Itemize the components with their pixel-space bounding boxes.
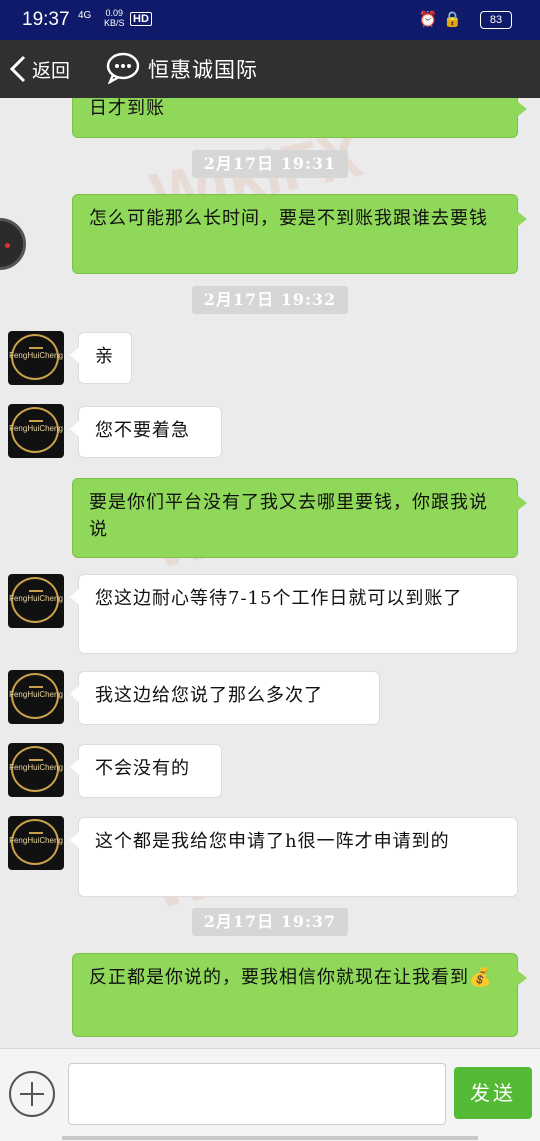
timestamp: 2月17日 19:32: [192, 286, 348, 314]
avatar-label: FengHuiCheng: [9, 690, 63, 699]
message-text: 要是你们平台没有了我又去哪里要钱，你跟我说说: [89, 492, 488, 540]
message-text: 亲: [95, 346, 114, 367]
message-bubble-incoming[interactable]: 亲: [70, 332, 132, 384]
message-bubble-incoming[interactable]: 您这边耐心等待7-15个工作日就可以到账了: [70, 574, 518, 654]
avatar[interactable]: FengHuiCheng: [8, 331, 64, 385]
message-bubble-incoming[interactable]: 您不要着急: [70, 406, 222, 458]
add-attachment-button[interactable]: [9, 1071, 55, 1117]
avatar[interactable]: FengHuiCheng: [8, 404, 64, 458]
chat-header: 返回 恒惠诚国际: [0, 40, 540, 98]
battery-indicator: 83: [480, 11, 512, 29]
timestamp: 2月17日 19:31: [192, 150, 348, 178]
message-text: 反正都是你说的，要我相信你就现在让我看到💰: [89, 967, 493, 988]
timestamp: 2月17日 19:37: [192, 908, 348, 936]
avatar[interactable]: FengHuiCheng: [8, 816, 64, 870]
chat-area[interactable]: WikiFX WikiFX WikiFX 日才到账 2月17日 19:31 怎么…: [0, 98, 540, 1048]
avatar-label: FengHuiCheng: [9, 424, 63, 433]
status-bar: 19:37 4G 0.09 KB/S HD ⏰🔒 83: [0, 0, 540, 40]
message-bubble-incoming[interactable]: 我这边给您说了那么多次了: [70, 671, 380, 725]
message-bubble-outgoing[interactable]: 要是你们平台没有了我又去哪里要钱，你跟我说说: [72, 478, 527, 558]
avatar-label: FengHuiCheng: [9, 763, 63, 772]
chat-bubble-icon: [106, 52, 140, 84]
message-text: 您不要着急: [95, 420, 190, 441]
network-speed-value: 0.09: [105, 8, 124, 18]
lock-icon: 🔒: [443, 11, 468, 28]
message-text: 日才到账: [89, 98, 165, 119]
message-bubble-outgoing[interactable]: 日才到账: [72, 98, 527, 138]
message-text: 怎么可能那么长时间，要是不到账我跟谁去要钱: [89, 208, 488, 229]
avatar[interactable]: FengHuiCheng: [8, 670, 64, 724]
avatar-label: FengHuiCheng: [9, 594, 63, 603]
avatar[interactable]: FengHuiCheng: [8, 574, 64, 628]
network-indicator: 4G: [78, 10, 92, 21]
alarm-icon: ⏰: [418, 11, 444, 28]
message-text: 我这边给您说了那么多次了: [95, 685, 323, 706]
avatar-label: FengHuiCheng: [9, 836, 63, 845]
navigation-bar: [62, 1136, 478, 1140]
message-text: 您这边耐心等待7-15个工作日就可以到账了: [95, 588, 463, 609]
avatar-label: FengHuiCheng: [9, 351, 63, 360]
message-bubble-outgoing[interactable]: 反正都是你说的，要我相信你就现在让我看到💰: [72, 953, 527, 1037]
message-bubble-outgoing[interactable]: 怎么可能那么长时间，要是不到账我跟谁去要钱: [72, 194, 527, 274]
chevron-left-icon: [9, 55, 26, 83]
message-text: 这个都是我给您申请了h很一阵才申请到的: [95, 831, 450, 852]
message-input[interactable]: [68, 1063, 446, 1125]
send-button[interactable]: 发送: [454, 1067, 532, 1119]
floating-ball-icon[interactable]: [0, 218, 26, 270]
message-bubble-incoming[interactable]: 这个都是我给您申请了h很一阵才申请到的: [70, 817, 518, 897]
status-icons: ⏰🔒: [419, 10, 468, 28]
network-speed: 0.09 KB/S: [104, 8, 125, 28]
network-speed-unit: KB/S: [104, 18, 125, 28]
input-bar: 发送: [0, 1048, 540, 1141]
message-text: 不会没有的: [95, 758, 190, 779]
message-bubble-incoming[interactable]: 不会没有的: [70, 744, 222, 798]
status-time: 19:37: [22, 9, 70, 30]
back-button[interactable]: 返回: [8, 52, 70, 86]
hd-badge: HD: [130, 12, 152, 26]
page-title: 恒惠诚国际: [148, 58, 258, 82]
back-label: 返回: [32, 59, 71, 82]
avatar[interactable]: FengHuiCheng: [8, 743, 64, 797]
